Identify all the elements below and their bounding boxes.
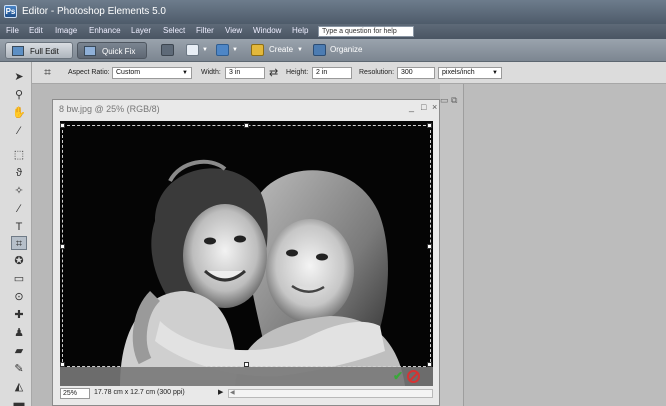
image-canvas[interactable]: ✔ xyxy=(60,121,433,386)
menu-window[interactable]: Window xyxy=(253,26,281,35)
create-dropdown-icon[interactable]: ▼ xyxy=(297,47,303,53)
commit-crop-icon[interactable]: ✔ xyxy=(393,370,406,383)
crop-tool-icon[interactable]: ⌗ xyxy=(11,236,27,250)
gradient-tool-icon[interactable]: ▬ xyxy=(11,396,27,406)
eyedropper-icon[interactable]: ⁄ xyxy=(11,124,27,138)
straighten-tool-icon[interactable]: ▭ xyxy=(11,272,27,286)
quick-fix-icon xyxy=(84,46,96,56)
menu-file[interactable]: File xyxy=(6,26,19,35)
zoom-tool-icon[interactable]: ⚲ xyxy=(11,88,27,102)
crop-handle-top-right[interactable] xyxy=(427,123,432,128)
crop-selection-box[interactable] xyxy=(60,123,432,367)
document-info: 17.78 cm x 12.7 cm (300 ppi) xyxy=(94,389,185,396)
selection-brush-icon[interactable]: ∕ xyxy=(11,202,27,216)
tool-palette: ➤ ⚲ ✋ ⁄ ⬚ ϑ ✧ ∕ T ⌗ ✪ ▭ ⊙ ✚ ♟ ▰ ✎ ◭ ▬ xyxy=(0,62,32,406)
menu-filter[interactable]: Filter xyxy=(196,26,214,35)
tab-full-edit[interactable]: Full Edit xyxy=(5,42,73,59)
save-icon[interactable] xyxy=(216,44,229,56)
marquee-tool-icon[interactable]: ⬚ xyxy=(11,148,27,162)
red-eye-icon[interactable]: ⊙ xyxy=(11,290,27,304)
swap-dimensions-icon[interactable]: ⇄ xyxy=(269,66,278,79)
full-edit-icon xyxy=(12,46,24,56)
menu-edit[interactable]: Edit xyxy=(29,26,43,35)
crop-shield-area xyxy=(60,367,433,386)
close-icon[interactable]: × xyxy=(432,102,437,112)
crop-handle-top-left[interactable] xyxy=(60,123,65,128)
organize-icon xyxy=(313,44,326,56)
chevron-down-icon: ▼ xyxy=(492,70,498,76)
cancel-crop-icon[interactable] xyxy=(407,370,420,383)
save-dropdown-icon[interactable]: ▼ xyxy=(232,47,238,53)
height-label: Height: xyxy=(286,69,309,76)
magic-wand-icon[interactable]: ✧ xyxy=(11,184,27,198)
minimize-icon[interactable]: _ xyxy=(409,102,414,112)
lasso-tool-icon[interactable]: ϑ xyxy=(11,166,27,180)
workspace-window-buttons[interactable]: ▭ ⧉ xyxy=(440,95,457,106)
aspect-ratio-label: Aspect Ratio: xyxy=(68,69,110,76)
healing-brush-icon[interactable]: ✚ xyxy=(11,308,27,322)
paint-bucket-icon[interactable]: ◭ xyxy=(11,380,27,394)
tab-full-edit-label: Full Edit xyxy=(30,47,59,56)
scroll-left-icon[interactable]: ◀ xyxy=(230,389,235,396)
palette-bin xyxy=(463,84,666,406)
width-field[interactable]: 3 in xyxy=(225,67,265,79)
horizontal-scrollbar[interactable]: ◀ xyxy=(228,389,433,398)
type-tool-icon[interactable]: T xyxy=(11,220,27,234)
tab-quick-fix[interactable]: Quick Fix xyxy=(77,42,147,59)
print-icon[interactable] xyxy=(161,44,174,56)
menu-enhance[interactable]: Enhance xyxy=(89,26,121,35)
share-dropdown-icon[interactable]: ▼ xyxy=(202,47,208,53)
status-bar: 25% 17.78 cm x 12.7 cm (300 ppi) ▶ ◀ xyxy=(60,387,433,400)
window-title: Editor - Photoshop Elements 5.0 xyxy=(22,6,166,17)
crop-handle-right[interactable] xyxy=(427,244,432,249)
tab-quick-fix-label: Quick Fix xyxy=(102,47,136,56)
crop-icon[interactable]: ⌗ xyxy=(41,66,54,79)
create-icon xyxy=(251,44,264,56)
zoom-level-field[interactable]: 25% xyxy=(60,388,90,399)
width-label: Width: xyxy=(201,69,221,76)
title-bar: Ps Editor - Photoshop Elements 5.0 xyxy=(0,0,666,24)
document-window: 8 bw.jpg @ 25% (RGB/8) _ □ × ✔ 25% 17.78… xyxy=(52,99,440,406)
menu-view[interactable]: View xyxy=(225,26,242,35)
height-field[interactable]: 2 in xyxy=(312,67,352,79)
document-title: 8 bw.jpg @ 25% (RGB/8) xyxy=(59,104,160,114)
help-search-input[interactable]: Type a question for help xyxy=(318,26,414,37)
resolution-label: Resolution: xyxy=(359,69,395,76)
aspect-ratio-value: Custom xyxy=(116,69,141,76)
hand-tool-icon[interactable]: ✋ xyxy=(11,106,27,120)
organize-button[interactable]: Organize xyxy=(330,45,362,54)
tool-options-bar: ⌗ Aspect Ratio: Custom ▼ Width: 3 in ⇄ H… xyxy=(32,62,666,84)
maximize-icon[interactable]: □ xyxy=(421,102,426,112)
create-button[interactable]: Create xyxy=(269,45,293,54)
resolution-unit-select[interactable]: pixels/inch ▼ xyxy=(438,67,502,79)
shortcuts-bar: Full Edit Quick Fix ▼ ▼ Create ▼ Organiz… xyxy=(0,39,666,62)
menu-image[interactable]: Image xyxy=(55,26,77,35)
photoshop-elements-icon: Ps xyxy=(4,5,17,18)
menu-select[interactable]: Select xyxy=(163,26,185,35)
cookie-cutter-icon[interactable]: ✪ xyxy=(11,254,27,268)
menu-help[interactable]: Help xyxy=(292,26,308,35)
share-icon[interactable] xyxy=(186,44,199,56)
pencil-icon[interactable]: ✎ xyxy=(11,362,27,376)
aspect-ratio-select[interactable]: Custom ▼ xyxy=(112,67,192,79)
chevron-down-icon: ▼ xyxy=(182,70,188,76)
move-tool-icon[interactable]: ➤ xyxy=(11,70,27,84)
eraser-icon[interactable]: ▰ xyxy=(11,344,27,358)
resolution-field[interactable]: 300 xyxy=(397,67,435,79)
resolution-unit-value: pixels/inch xyxy=(442,69,475,76)
menu-layer[interactable]: Layer xyxy=(131,26,151,35)
crop-handle-left[interactable] xyxy=(60,244,65,249)
crop-handle-top[interactable] xyxy=(244,123,249,128)
clone-stamp-icon[interactable]: ♟ xyxy=(11,326,27,340)
status-menu-arrow-icon[interactable]: ▶ xyxy=(218,388,223,396)
